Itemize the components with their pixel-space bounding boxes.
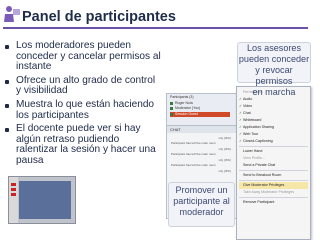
chat-header: CHAT <box>167 126 237 133</box>
participant-context-menu: Permissions ✓Audio ✓Video ✓Chat ✓Whitebo… <box>236 86 311 240</box>
participant-row[interactable]: Moderator (You) <box>170 106 230 111</box>
user-icon <box>170 101 173 105</box>
title-underline <box>3 27 308 29</box>
bullet-item: Los moderadores pueden conceder y cancel… <box>3 40 161 73</box>
slide-title: Panel de participantes <box>22 9 176 25</box>
callout-promote-moderator: Promover un participante al moderador <box>168 182 235 227</box>
chat-line: Lily (WC) <box>218 169 231 173</box>
menu-item-closed-captioning[interactable]: ✓Closed-Captioning <box>239 138 308 145</box>
chat-line: Participant has left the main room <box>171 141 216 145</box>
bullet-item: Ofrece un alto grado de control y visibi… <box>3 75 161 97</box>
menu-item-take-moderator: Take Away Moderator Privileges <box>243 190 295 194</box>
menu-item-private-chat[interactable]: Send a Private Chat <box>239 162 308 169</box>
menu-item-application-sharing[interactable]: ✓Application Sharing <box>239 124 308 131</box>
presenter-logo-icon <box>4 6 20 22</box>
chat-line: Lily (WC) <box>218 158 231 162</box>
menu-item-view-profile: View Profile... <box>243 156 265 160</box>
chat-line: Lily (WC) <box>218 136 231 140</box>
chat-line: Participant has left the main room <box>171 163 216 167</box>
bullet-list: Los moderadores pueden conceder y cancel… <box>3 40 161 170</box>
bullet-item: El docente puede ver si hay algún retras… <box>3 123 161 166</box>
menu-item-whiteboard[interactable]: ✓Whiteboard <box>239 117 308 124</box>
menu-item-video[interactable]: ✓Video <box>239 103 308 110</box>
menu-item-remove-participant[interactable]: Remove Participant <box>239 199 308 206</box>
bullet-item: Muestra lo que están haciendo los partic… <box>3 99 161 121</box>
menu-item-give-moderator[interactable]: Give Moderator Privileges <box>239 182 308 189</box>
participants-panel-title: Participants (3) <box>170 95 194 99</box>
participant-row-selected[interactable]: Session Guest <box>170 112 230 117</box>
chat-line: Lily (WC) <box>218 147 231 151</box>
chat-line: Participant has left the main room <box>171 152 216 156</box>
menu-item-lower-hand[interactable]: Lower Hand <box>239 148 308 155</box>
menu-item-chat[interactable]: ✓Chat <box>239 110 308 117</box>
menu-item-breakout-room[interactable]: Send to Breakout Room <box>239 172 308 179</box>
callout-permissions: Los asesores pueden conceder y revocar p… <box>237 42 311 97</box>
app-thumbnail-image <box>8 176 76 224</box>
menu-item-web-tour[interactable]: ✓Web Tour <box>239 131 308 138</box>
user-icon <box>170 106 173 110</box>
user-icon <box>170 112 173 116</box>
